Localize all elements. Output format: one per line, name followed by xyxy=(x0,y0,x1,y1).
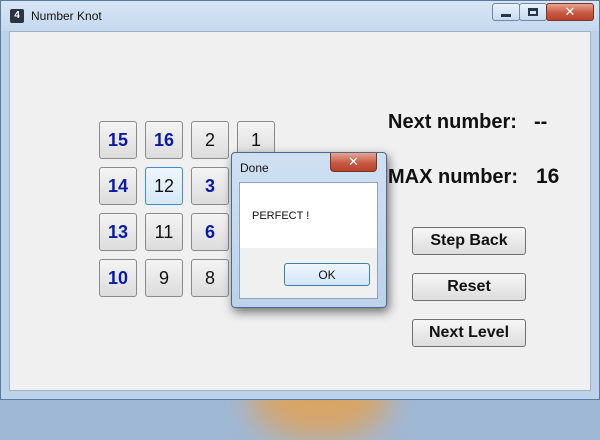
reset-button[interactable]: Reset xyxy=(412,273,526,301)
app-icon: 4 xyxy=(10,9,24,23)
grid-tile[interactable]: 10 xyxy=(99,259,137,297)
grid-tile[interactable]: 15 xyxy=(99,121,137,159)
maximize-icon xyxy=(528,8,538,16)
grid-tile[interactable]: 8 xyxy=(191,259,229,297)
grid-tile[interactable]: 16 xyxy=(145,121,183,159)
dialog-message-area: PERFECT ! xyxy=(240,183,377,248)
maximize-button[interactable] xyxy=(519,3,547,21)
grid-tile[interactable]: 13 xyxy=(99,213,137,251)
window-title: Number Knot xyxy=(31,9,102,23)
close-button[interactable]: ✕ xyxy=(546,3,594,21)
dialog-title: Done xyxy=(240,161,269,175)
dialog-close-button[interactable]: ✕ xyxy=(330,153,377,172)
title-bar[interactable]: 4 Number Knot ✕ xyxy=(1,1,599,31)
max-number-value: 16 xyxy=(536,165,560,188)
grid-tile[interactable]: 2 xyxy=(191,121,229,159)
minimize-button[interactable] xyxy=(492,3,520,21)
grid-tile[interactable]: 6 xyxy=(191,213,229,251)
close-icon: ✕ xyxy=(564,4,576,20)
done-dialog: Done ✕ PERFECT ! OK xyxy=(231,152,387,308)
grid-tile[interactable]: 3 xyxy=(191,167,229,205)
dialog-body: PERFECT ! OK xyxy=(239,182,378,299)
next-number-value: -- xyxy=(534,111,548,133)
close-icon: ✕ xyxy=(348,154,359,170)
grid-tile[interactable]: 11 xyxy=(145,213,183,251)
grid-tile[interactable]: 9 xyxy=(145,259,183,297)
next-number-label: Next number: xyxy=(388,111,517,133)
grid-tile[interactable]: 12 xyxy=(145,167,183,205)
grid-tile[interactable]: 14 xyxy=(99,167,137,205)
ok-button[interactable]: OK xyxy=(284,263,370,286)
step-back-button[interactable]: Step Back xyxy=(412,227,526,255)
dialog-message: PERFECT ! xyxy=(252,210,310,222)
minimize-icon xyxy=(501,13,511,17)
next-level-button[interactable]: Next Level xyxy=(412,319,526,347)
max-number-label: MAX number: xyxy=(388,166,518,188)
